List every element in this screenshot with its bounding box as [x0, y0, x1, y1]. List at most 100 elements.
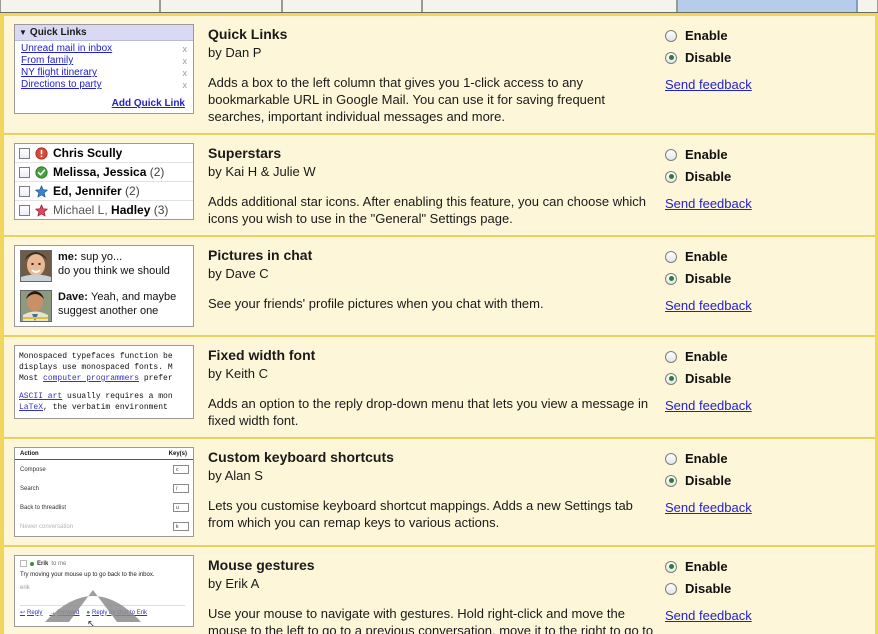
- message-action[interactable]: → Forward: [49, 610, 79, 616]
- quick-link-item[interactable]: From family x: [21, 55, 189, 67]
- shortcut-key-cell[interactable]: k: [136, 517, 193, 536]
- shortcut-action: Newer conversation: [20, 523, 74, 530]
- radio-disable-indicator[interactable]: [665, 474, 677, 487]
- lab-title: Pictures in chat: [208, 247, 313, 263]
- superstars-row[interactable]: Chris Scully: [15, 144, 193, 163]
- browser-tab-1[interactable]: [160, 0, 282, 12]
- lab-radio-disable[interactable]: Disable: [665, 50, 875, 65]
- radio-enable-indicator[interactable]: [665, 148, 677, 161]
- radio-disable-indicator[interactable]: [665, 272, 677, 285]
- lab-radio-enable[interactable]: Enable: [665, 147, 875, 162]
- send-feedback-link[interactable]: Send feedback: [665, 398, 752, 413]
- radio-disable-indicator[interactable]: [665, 582, 677, 595]
- remove-quick-link-icon[interactable]: x: [183, 43, 190, 55]
- send-feedback-link[interactable]: Send feedback: [665, 196, 752, 211]
- shortcuts-row: Back to threadlist u: [15, 498, 193, 517]
- lab-radio-enable[interactable]: Enable: [665, 559, 875, 574]
- send-feedback-link[interactable]: Send feedback: [665, 500, 752, 515]
- shortcut-key-cell[interactable]: c: [136, 460, 193, 480]
- shortcut-key-cell[interactable]: /: [136, 479, 193, 498]
- quick-link-label[interactable]: From family: [21, 55, 73, 67]
- remove-quick-link-icon[interactable]: x: [183, 55, 190, 67]
- fixed-width-line: displays use monospaced fonts. M: [19, 363, 173, 372]
- red-exclamation-icon[interactable]: [35, 146, 48, 160]
- message-checkbox[interactable]: [19, 204, 30, 216]
- superstars-row[interactable]: Michael L, Hadley (3): [15, 201, 193, 219]
- radio-enable-indicator[interactable]: [665, 350, 677, 363]
- radio-disable-label: Disable: [685, 371, 732, 386]
- green-check-icon[interactable]: [35, 165, 48, 179]
- radio-enable-indicator[interactable]: [665, 560, 677, 573]
- quick-link-label[interactable]: NY flight itinerary: [21, 67, 97, 79]
- browser-tab-2[interactable]: [282, 0, 422, 12]
- sample-link[interactable]: ASCII art: [19, 392, 62, 401]
- shortcut-key-cell[interactable]: u: [136, 498, 193, 517]
- feedback-wrapper: Send feedback: [665, 500, 875, 515]
- shortcut-key-input[interactable]: k: [173, 522, 189, 531]
- sample-link[interactable]: LaTeX: [19, 403, 43, 412]
- message-action[interactable]: ↩ Reply: [20, 609, 42, 617]
- remove-quick-link-icon[interactable]: x: [183, 67, 190, 79]
- fixed-width-sample: Monospaced typefaces function be displays…: [15, 346, 193, 418]
- message-checkbox[interactable]: [19, 185, 30, 197]
- send-feedback-link[interactable]: Send feedback: [665, 608, 752, 623]
- shortcut-key-input[interactable]: c: [173, 465, 189, 474]
- send-feedback-link[interactable]: Send feedback: [665, 298, 752, 313]
- lab-radio-disable[interactable]: Disable: [665, 473, 875, 488]
- lab-controls-cell: Enable Disable Send feedback: [665, 345, 875, 413]
- shortcut-key-input[interactable]: u: [173, 503, 189, 512]
- message-header: Erik to me: [20, 560, 188, 567]
- radio-enable-label: Enable: [685, 249, 728, 264]
- lab-row: Chris Scully Melissa, Jessica (2) Ed, Jenn…: [4, 135, 875, 237]
- message-sender: Erik: [37, 560, 49, 567]
- quick-link-item[interactable]: Unread mail in inbox x: [21, 43, 189, 55]
- chat-message-text: me: sup yo... do you think we should: [58, 251, 170, 277]
- superstars-row[interactable]: Melissa, Jessica (2): [15, 163, 193, 182]
- lab-radio-disable[interactable]: Disable: [665, 169, 875, 184]
- superstars-row[interactable]: Ed, Jennifer (2): [15, 182, 193, 201]
- avatar-me: [20, 250, 52, 282]
- lab-radio-enable[interactable]: Enable: [665, 451, 875, 466]
- radio-enable-indicator[interactable]: [665, 29, 677, 42]
- browser-tab-4[interactable]: [677, 0, 857, 12]
- radio-enable-label: Enable: [685, 349, 728, 364]
- send-feedback-link[interactable]: Send feedback: [665, 77, 752, 92]
- quick-link-item[interactable]: Directions to party x: [21, 79, 189, 91]
- radio-disable-indicator[interactable]: [665, 170, 677, 183]
- lab-radio-enable[interactable]: Enable: [665, 249, 875, 264]
- radio-enable-indicator[interactable]: [665, 250, 677, 263]
- lab-radio-disable[interactable]: Disable: [665, 371, 875, 386]
- lab-radio-enable[interactable]: Enable: [665, 28, 875, 43]
- message-action-label[interactable]: Forward: [57, 610, 79, 616]
- message-checkbox[interactable]: [19, 166, 30, 178]
- lab-radio-disable[interactable]: Disable: [665, 271, 875, 286]
- message-action[interactable]: ● Reply by chat to Erik: [86, 610, 147, 616]
- lab-description: Lets you customise keyboard shortcut map…: [208, 498, 633, 530]
- quick-links-header[interactable]: ▼ Quick Links: [15, 25, 193, 41]
- message-action-label[interactable]: Reply: [27, 610, 42, 616]
- browser-tab-0[interactable]: [0, 0, 160, 12]
- message-checkbox[interactable]: [19, 147, 30, 159]
- radio-enable-indicator[interactable]: [665, 452, 677, 465]
- quick-link-item[interactable]: NY flight itinerary x: [21, 67, 189, 79]
- lab-radio-disable[interactable]: Disable: [665, 581, 875, 596]
- quick-link-label[interactable]: Directions to party: [21, 79, 102, 91]
- radio-disable-indicator[interactable]: [665, 51, 677, 64]
- lab-description: Adds additional star icons. After enabli…: [208, 194, 646, 226]
- lab-row: Erik to me Try moving your mouse up to go…: [4, 547, 875, 634]
- sample-link[interactable]: computer programmers: [43, 374, 139, 383]
- message-action-label[interactable]: Reply by chat to Erik: [92, 610, 147, 616]
- fixed-width-line: Most computer programmers prefer: [19, 374, 173, 383]
- browser-tab-3[interactable]: [422, 0, 677, 12]
- remove-quick-link-icon[interactable]: x: [183, 79, 190, 91]
- blue-star-icon[interactable]: [35, 184, 48, 198]
- browser-tab-5[interactable]: [857, 0, 878, 12]
- star-icon[interactable]: [20, 560, 27, 567]
- lab-radio-enable[interactable]: Enable: [665, 349, 875, 364]
- sender-name: Chris Scully: [53, 146, 123, 160]
- red-star-icon[interactable]: [35, 203, 48, 217]
- radio-disable-indicator[interactable]: [665, 372, 677, 385]
- add-quick-link-button[interactable]: Add Quick Link: [112, 98, 185, 109]
- shortcut-key-input[interactable]: /: [173, 484, 189, 493]
- quick-link-label[interactable]: Unread mail in inbox: [21, 43, 112, 55]
